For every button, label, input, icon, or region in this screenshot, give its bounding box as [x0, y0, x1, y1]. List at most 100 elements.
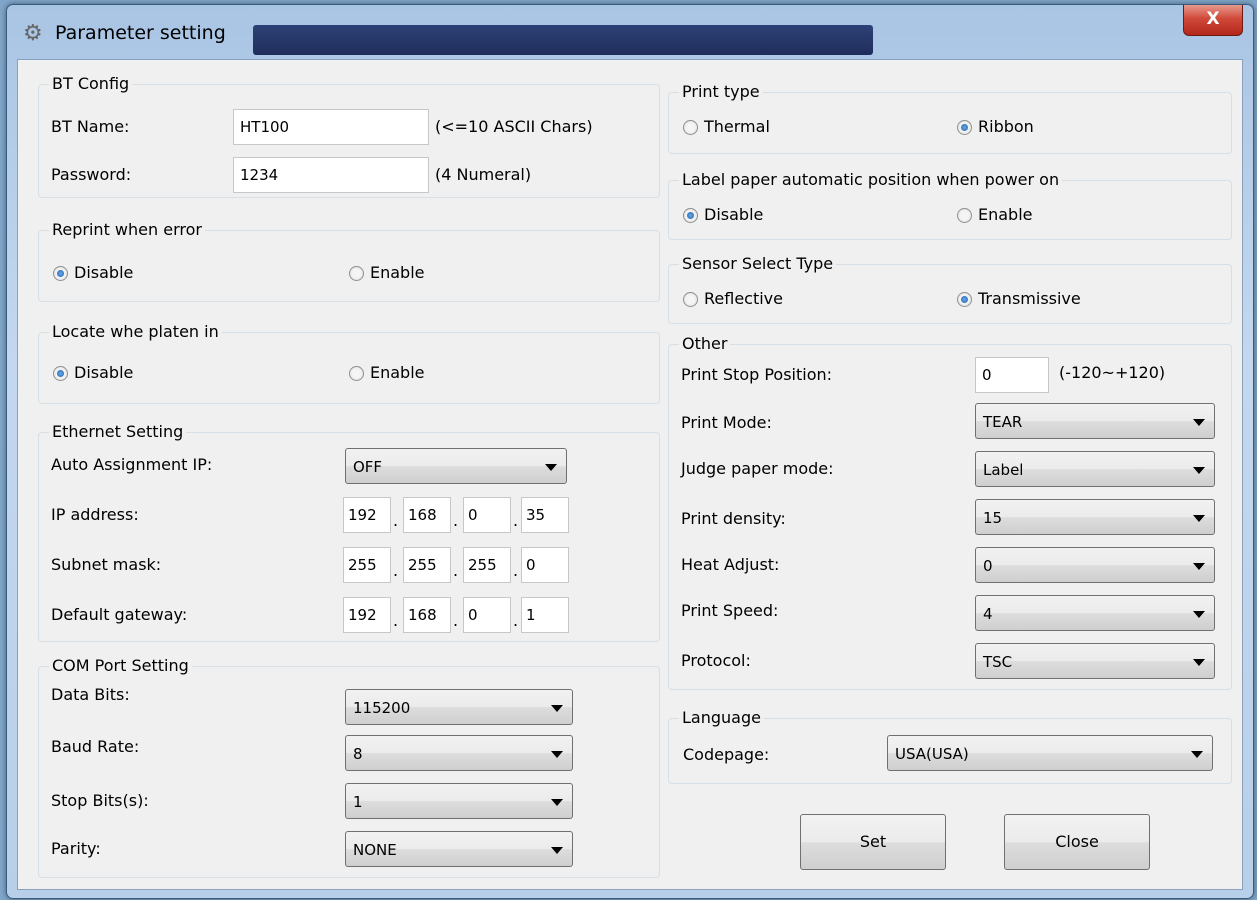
print-speed-value: 4 [983, 605, 993, 623]
bt-name-input[interactable] [233, 109, 429, 145]
print-mode-select[interactable]: TEAR [975, 403, 1215, 439]
reprint-when-error-group: Reprint when error Disable Enable [38, 220, 660, 302]
close-window-button[interactable]: X [1183, 5, 1243, 36]
auto-position-disable-label: Disable [704, 205, 764, 224]
set-button[interactable]: Set [800, 814, 946, 870]
subnet-separator: . [453, 561, 459, 580]
subnet-separator: . [393, 561, 399, 580]
auto-assignment-ip-label: Auto Assignment IP: [51, 455, 213, 474]
label-auto-position-group: Label paper automatic position when powe… [668, 170, 1232, 240]
reprint-legend: Reprint when error [49, 220, 205, 240]
ribbon-label: Ribbon [978, 117, 1034, 136]
auto-position-enable-radio[interactable]: Enable [957, 205, 1033, 225]
locate-enable-label: Enable [370, 363, 425, 382]
auto-position-enable-label: Enable [978, 205, 1033, 224]
radio-selected-icon [53, 365, 68, 381]
heat-adjust-select[interactable]: 0 [975, 547, 1215, 583]
radio-selected-icon [957, 291, 972, 307]
ip-separator: . [453, 511, 459, 530]
dropdown-arrow-icon [545, 464, 557, 471]
stop-bits-select[interactable]: 1 [345, 783, 573, 819]
com-port-legend: COM Port Setting [49, 656, 192, 676]
ip-octet-2[interactable] [403, 497, 451, 533]
parameter-setting-window: ⚙ Parameter setting X BT Config BT Name:… [6, 4, 1254, 899]
subnet-separator: . [513, 561, 519, 580]
ethernet-legend: Ethernet Setting [49, 422, 187, 442]
other-settings-group: Other Print Stop Position: (-120~+120) P… [668, 334, 1232, 690]
dropdown-arrow-icon [551, 799, 563, 806]
locate-legend: Locate whe platen in [49, 322, 222, 342]
sensor-reflective-radio[interactable]: Reflective [683, 289, 783, 309]
dropdown-arrow-icon [1193, 419, 1205, 426]
reprint-enable-label: Enable [370, 263, 425, 282]
auto-assignment-ip-select[interactable]: OFF [345, 448, 567, 484]
ethernet-setting-group: Ethernet Setting Auto Assignment IP: OFF… [38, 422, 660, 642]
ip-octet-3[interactable] [463, 497, 511, 533]
print-type-ribbon-radio[interactable]: Ribbon [957, 117, 1034, 137]
gateway-separator: . [393, 611, 399, 630]
dropdown-arrow-icon [1193, 659, 1205, 666]
ip-octet-4[interactable] [521, 497, 569, 533]
locate-platen-group: Locate whe platen in Disable Enable [38, 322, 660, 404]
protocol-select[interactable]: TSC [975, 643, 1215, 679]
gear-icon: ⚙ [23, 21, 43, 46]
close-button[interactable]: Close [1004, 814, 1150, 870]
judge-paper-mode-value: Label [983, 461, 1024, 479]
dropdown-arrow-icon [551, 847, 563, 854]
auto-assignment-ip-value: OFF [353, 458, 383, 476]
print-stop-position-input[interactable] [975, 357, 1049, 393]
parity-select[interactable]: NONE [345, 831, 573, 867]
gateway-octet-3[interactable] [463, 597, 511, 633]
gateway-octet-4[interactable] [521, 597, 569, 633]
print-type-thermal-radio[interactable]: Thermal [683, 117, 770, 137]
radio-unselected-icon [349, 265, 364, 281]
title-bar-background [253, 25, 873, 55]
password-label: Password: [51, 165, 132, 184]
stop-bits-label: Stop Bits(s): [51, 791, 149, 810]
subnet-octet-3[interactable] [463, 547, 511, 583]
heat-adjust-label: Heat Adjust: [681, 555, 780, 574]
language-legend: Language [679, 708, 764, 728]
baud-rate-label: Baud Rate: [51, 737, 140, 756]
sensor-select-type-group: Sensor Select Type Reflective Transmissi… [668, 254, 1232, 324]
locate-disable-label: Disable [74, 363, 134, 382]
gateway-separator: . [453, 611, 459, 630]
dialog-client-area: BT Config BT Name: (<=10 ASCII Chars) Pa… [17, 59, 1243, 890]
stop-bits-value: 1 [353, 793, 363, 811]
radio-unselected-icon [349, 365, 364, 381]
baud-rate-value: 8 [353, 745, 363, 763]
subnet-octet-4[interactable] [521, 547, 569, 583]
radio-selected-icon [957, 119, 972, 135]
dropdown-arrow-icon [1191, 751, 1203, 758]
print-stop-position-hint: (-120~+120) [1059, 363, 1166, 382]
auto-position-disable-radio[interactable]: Disable [683, 205, 763, 225]
locate-enable-radio[interactable]: Enable [349, 363, 425, 383]
title-bar[interactable]: ⚙ Parameter setting X [7, 5, 1253, 61]
ip-octet-1[interactable] [343, 497, 391, 533]
print-speed-select[interactable]: 4 [975, 595, 1215, 631]
baud-rate-select[interactable]: 8 [345, 735, 573, 771]
dropdown-arrow-icon [1193, 467, 1205, 474]
subnet-octet-2[interactable] [403, 547, 451, 583]
password-hint: (4 Numeral) [435, 165, 532, 184]
parity-label: Parity: [51, 839, 101, 858]
window-title: Parameter setting [55, 22, 226, 44]
judge-paper-mode-select[interactable]: Label [975, 451, 1215, 487]
data-bits-select[interactable]: 115200 [345, 689, 573, 725]
gateway-octet-2[interactable] [403, 597, 451, 633]
default-gateway-label: Default gateway: [51, 605, 188, 624]
sensor-transmissive-radio[interactable]: Transmissive [957, 289, 1081, 309]
codepage-value: USA(USA) [895, 745, 969, 763]
locate-disable-radio[interactable]: Disable [53, 363, 133, 383]
reprint-disable-radio[interactable]: Disable [53, 263, 133, 283]
dropdown-arrow-icon [551, 705, 563, 712]
print-density-value: 15 [983, 509, 1003, 527]
dropdown-arrow-icon [551, 751, 563, 758]
reprint-enable-radio[interactable]: Enable [349, 263, 425, 283]
dropdown-arrow-icon [1193, 611, 1205, 618]
gateway-octet-1[interactable] [343, 597, 391, 633]
codepage-select[interactable]: USA(USA) [887, 735, 1213, 771]
subnet-octet-1[interactable] [343, 547, 391, 583]
print-density-select[interactable]: 15 [975, 499, 1215, 535]
password-input[interactable] [233, 157, 429, 193]
